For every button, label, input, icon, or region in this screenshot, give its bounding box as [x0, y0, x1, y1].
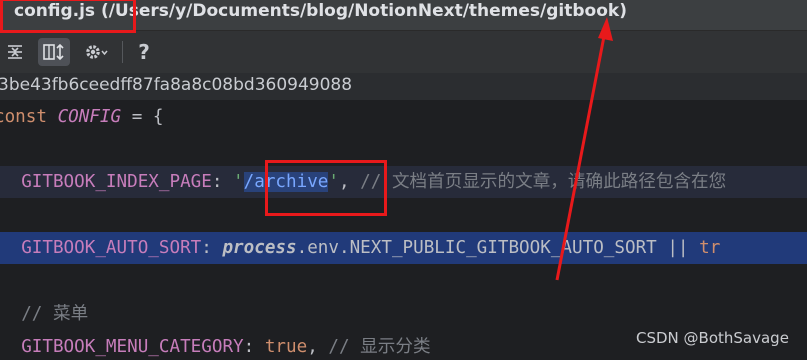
- annotation-arrow: [555, 17, 613, 281]
- diff-viewer-window: config.js (/Users/y/Documents/blog/Notio…: [0, 0, 807, 360]
- watermark: CSDN @BothSavage: [636, 329, 789, 347]
